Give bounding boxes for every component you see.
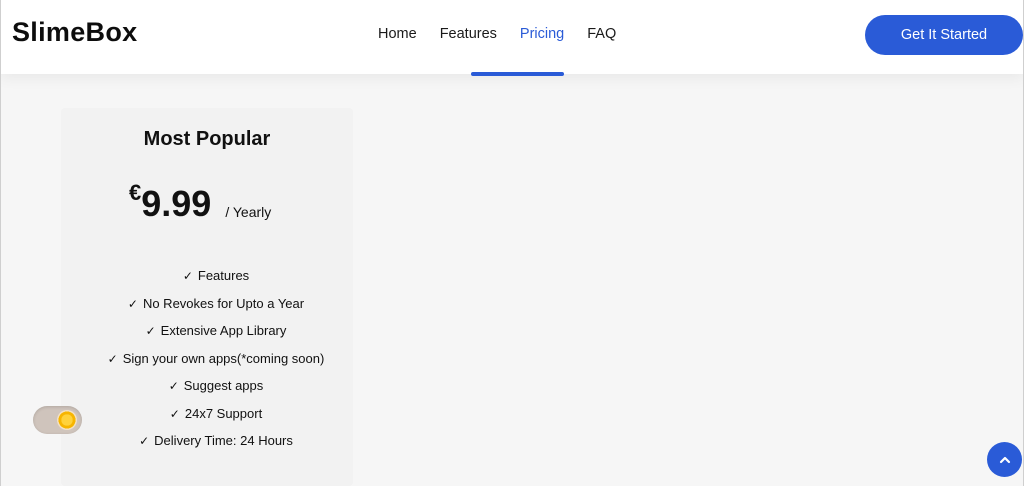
feature-text: Sign your own apps(*coming soon) <box>122 350 325 366</box>
feature-text: No Revokes for Upto a Year <box>142 295 305 311</box>
feature-item: ✓ Extensive App Library <box>101 321 331 341</box>
check-icon: ✓ <box>107 351 118 366</box>
price-currency: € <box>129 180 142 205</box>
check-icon: ✓ <box>139 434 150 448</box>
sun-icon <box>57 410 77 430</box>
pricing-card: Most Popular € 9.99 / Yearly ✓ Features ✓… <box>61 108 353 486</box>
nav-pricing[interactable]: Pricing <box>520 26 564 42</box>
feature-list: ✓ Features ✓ No Revokes for Upto a Year ✓ E… <box>101 266 331 459</box>
feature-item: ✓ 24x7 Support <box>101 404 331 424</box>
feature-text: Suggest apps <box>183 378 264 393</box>
scroll-top-button[interactable] <box>987 442 1022 477</box>
feature-text: Extensive App Library <box>160 323 287 338</box>
feature-text: Features <box>197 268 250 283</box>
feature-item: ✓ Sign your own apps(*coming soon) <box>101 349 331 369</box>
feature-text: Delivery Time: 24 Hours <box>154 433 293 448</box>
feature-item: ✓ No Revokes for Upto a Year <box>101 294 331 314</box>
feature-item: ✓ Delivery Time: 24 Hours <box>101 431 331 451</box>
feature-item: ✓ Suggest apps <box>101 376 331 396</box>
chevron-up-icon <box>999 456 1010 463</box>
check-icon: ✓ <box>168 379 179 393</box>
check-icon: ✓ <box>145 324 156 338</box>
main-nav: Home Features Pricing FAQ <box>378 26 616 42</box>
check-icon: ✓ <box>127 296 138 311</box>
nav-home[interactable]: Home <box>378 26 417 42</box>
check-icon: ✓ <box>182 269 193 283</box>
nav-faq[interactable]: FAQ <box>587 26 616 42</box>
active-nav-indicator <box>471 72 564 76</box>
site-header: SlimeBox Home Features Pricing FAQ Get I… <box>0 0 1024 74</box>
price-period: / Yearly <box>225 204 272 220</box>
price: € 9.99 / Yearly <box>129 180 271 222</box>
plan-title: Most Popular <box>143 128 271 150</box>
price-amount: 9.99 <box>141 183 212 224</box>
check-icon: ✓ <box>169 406 180 421</box>
nav-features[interactable]: Features <box>440 26 497 42</box>
get-started-button[interactable]: Get It Started <box>865 15 1023 55</box>
theme-toggle[interactable] <box>33 406 82 434</box>
feature-item: ✓ Features <box>101 266 331 286</box>
logo[interactable]: SlimeBox <box>12 17 137 48</box>
feature-text: 24x7 Support <box>184 405 263 421</box>
